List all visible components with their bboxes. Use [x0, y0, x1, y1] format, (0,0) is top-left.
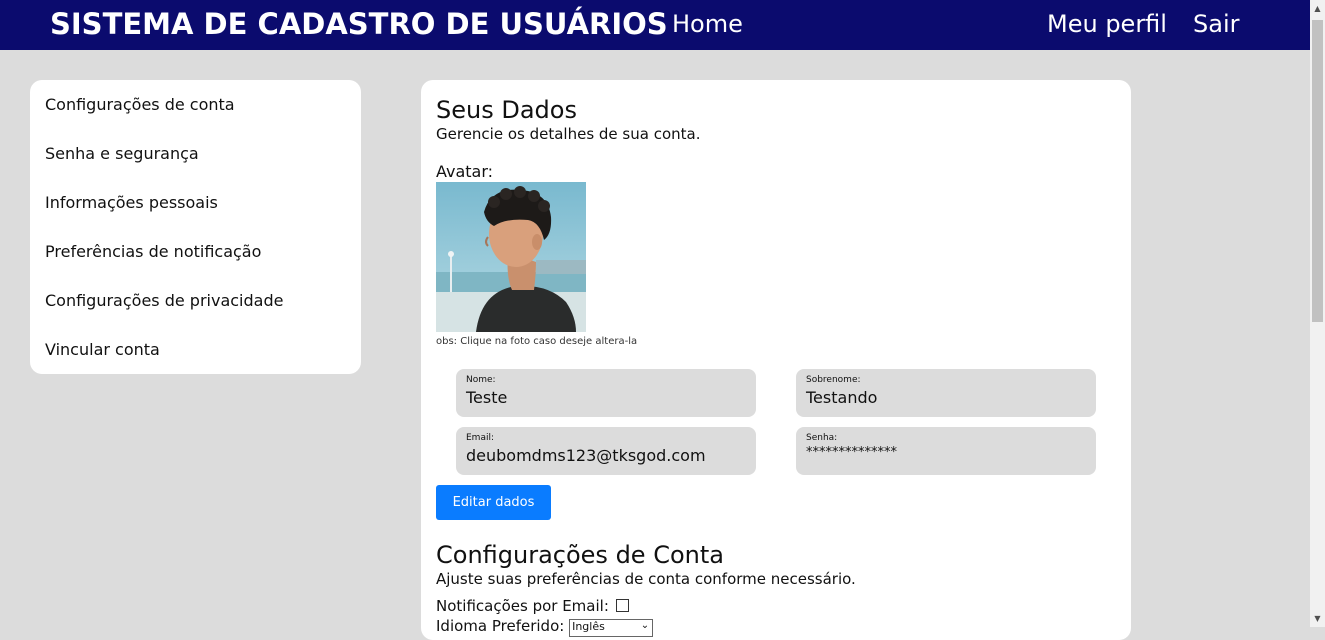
profile-card: Seus Dados Gerencie os detalhes de sua c…	[421, 80, 1131, 640]
scrollbar-thumb[interactable]	[1312, 20, 1323, 322]
password-value: **************	[806, 445, 897, 460]
top-navbar: SISTEMA DE CADASTRO DE USUÁRIOS Home Meu…	[0, 0, 1310, 50]
account-settings-title: Configurações de Conta	[436, 541, 724, 569]
scroll-down-icon[interactable]: ▼	[1310, 610, 1325, 627]
email-notifications-label: Notificações por Email:	[436, 597, 609, 615]
settings-sidebar: Configurações de conta Senha e segurança…	[30, 80, 361, 374]
sidebar-item-link-account[interactable]: Vincular conta	[45, 340, 160, 359]
email-field[interactable]: Email: deubomdms123@tksgod.com	[456, 427, 756, 475]
nav-profile-link[interactable]: Meu perfil	[1047, 10, 1167, 38]
sidebar-item-password-security[interactable]: Senha e segurança	[45, 144, 199, 163]
email-notifications-row: Notificações por Email:	[436, 597, 629, 615]
scroll-up-icon[interactable]: ▲	[1310, 0, 1325, 17]
language-select[interactable]: Inglês ⌄	[569, 619, 654, 637]
avatar-hint: obs: Clique na foto caso deseje altera-l…	[436, 336, 638, 347]
last-name-value: Testando	[806, 388, 878, 407]
sidebar-item-personal-info[interactable]: Informações pessoais	[45, 193, 218, 212]
sidebar-item-notification-preferences[interactable]: Preferências de notificação	[45, 242, 261, 261]
sidebar-item-privacy-settings[interactable]: Configurações de privacidade	[45, 291, 283, 310]
avatar-image[interactable]	[436, 182, 586, 332]
profile-title: Seus Dados	[436, 96, 577, 124]
email-value: deubomdms123@tksgod.com	[466, 446, 706, 465]
edit-data-button[interactable]: Editar dados	[436, 485, 551, 520]
email-label: Email:	[466, 433, 495, 443]
language-label: Idioma Preferido:	[436, 617, 565, 635]
nav-home-link[interactable]: Home	[672, 10, 743, 38]
last-name-label: Sobrenome:	[806, 375, 861, 385]
first-name-label: Nome:	[466, 375, 496, 385]
password-field[interactable]: Senha: **************	[796, 427, 1096, 475]
chevron-down-icon: ⌄	[640, 620, 650, 631]
language-row: Idioma Preferido: Inglês ⌄	[436, 617, 654, 637]
app-title: SISTEMA DE CADASTRO DE USUÁRIOS	[50, 7, 668, 41]
sidebar-item-account-settings[interactable]: Configurações de conta	[45, 95, 235, 114]
password-label: Senha:	[806, 433, 838, 443]
nav-logout-link[interactable]: Sair	[1193, 10, 1239, 38]
last-name-field[interactable]: Sobrenome: Testando	[796, 369, 1096, 417]
email-notifications-checkbox[interactable]	[615, 599, 629, 612]
avatar-label: Avatar:	[436, 162, 494, 181]
first-name-field[interactable]: Nome: Teste	[456, 369, 756, 417]
first-name-value: Teste	[466, 388, 508, 407]
profile-subtitle: Gerencie os detalhes de sua conta.	[436, 125, 701, 143]
account-settings-subtitle: Ajuste suas preferências de conta confor…	[436, 570, 856, 588]
page-scrollbar[interactable]: ▲ ▼	[1310, 0, 1325, 627]
